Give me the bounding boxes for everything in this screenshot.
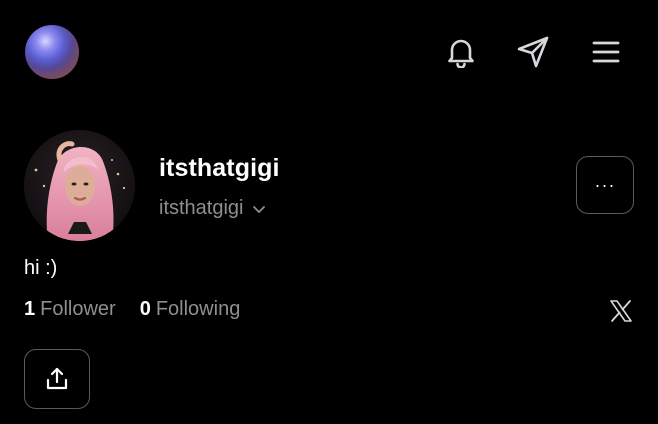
bio-text: hi :) [24, 257, 58, 279]
x-logo-icon[interactable] [607, 297, 635, 325]
chevron-down-icon [252, 205, 265, 213]
menu-icon[interactable] [588, 34, 624, 70]
followers-count: 1 [24, 298, 36, 320]
handle-text: itsthatgigi [159, 197, 244, 219]
profile-page: itsthatgigi itsthatgigi ··· hi :) 1 Foll… [0, 0, 658, 424]
avatar[interactable] [24, 130, 135, 241]
display-name: itsthatgigi [159, 154, 280, 182]
following-count: 0 [139, 298, 151, 320]
following-link[interactable]: 0 Following [140, 298, 241, 321]
share-icon [46, 367, 68, 390]
orb-logo-icon[interactable] [25, 25, 79, 79]
bell-icon[interactable] [443, 34, 479, 70]
following-label: Following [155, 298, 241, 320]
share-button[interactable] [24, 349, 90, 409]
handle-dropdown[interactable]: itsthatgigi [159, 197, 266, 220]
followers-label: Follower [40, 298, 116, 320]
send-icon[interactable] [515, 34, 551, 70]
followers-link[interactable]: 1 Follower [24, 298, 116, 321]
more-icon: ··· [594, 174, 616, 195]
more-options-button[interactable]: ··· [576, 156, 634, 214]
profile-stats: 1 Follower 0 Following [24, 298, 240, 321]
